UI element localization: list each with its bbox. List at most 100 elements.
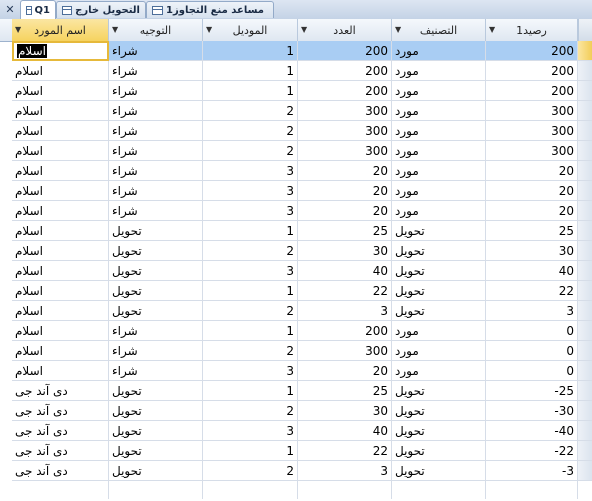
table-row[interactable]: اسلام شراء 1 200 مورد 200 (0, 61, 592, 81)
supplier-name-cell[interactable]: اسلام (12, 341, 109, 361)
table-row[interactable]: اسلام شراء 2 300 مورد 300 (0, 121, 592, 141)
model-cell[interactable]: 1 (203, 41, 298, 61)
column-header-model[interactable]: ▼ الموديل (203, 19, 298, 41)
direction-cell[interactable]: شراء (109, 361, 203, 381)
supplier-name-cell[interactable]: اسلام (12, 101, 109, 121)
supplier-name-cell[interactable]: اسلام (12, 281, 109, 301)
column-header-count[interactable]: ▼ العدد (298, 19, 392, 41)
classification-cell[interactable]: مورد (392, 201, 486, 221)
supplier-name-cell[interactable]: اسلام (12, 121, 109, 141)
supplier-name-cell[interactable]: اسلام (12, 301, 109, 321)
direction-cell[interactable]: تحويل (109, 421, 203, 441)
record-selector[interactable] (578, 121, 592, 141)
classification-cell[interactable]: مورد (392, 141, 486, 161)
count-cell[interactable]: 22 (298, 441, 392, 461)
new-record-row[interactable] (0, 481, 592, 499)
classification-cell[interactable]: مورد (392, 41, 486, 61)
record-selector[interactable] (578, 101, 592, 121)
count-cell[interactable]: 22 (298, 281, 392, 301)
direction-cell[interactable]: تحويل (109, 401, 203, 421)
supplier-name-cell[interactable]: دى آند جى (12, 461, 109, 481)
empty-cell[interactable] (298, 481, 392, 499)
supplier-name-cell[interactable]: اسلام (12, 181, 109, 201)
direction-cell[interactable]: شراء (109, 101, 203, 121)
close-tab-icon[interactable]: ✕ (0, 0, 20, 18)
model-cell[interactable]: 3 (203, 201, 298, 221)
record-selector[interactable] (578, 361, 592, 381)
column-header-supplier-name[interactable]: ▼ اسم المورد (12, 19, 109, 41)
count-cell[interactable]: 200 (298, 81, 392, 101)
model-cell[interactable]: 3 (203, 181, 298, 201)
balance-cell[interactable]: 300 (486, 141, 578, 161)
model-cell[interactable]: 1 (203, 61, 298, 81)
table-row[interactable]: اسلام شراء 3 20 مورد 20 (0, 201, 592, 221)
direction-cell[interactable]: شراء (109, 61, 203, 81)
count-cell[interactable]: 30 (298, 241, 392, 261)
supplier-name-cell[interactable]: اسلام (12, 221, 109, 241)
balance-cell[interactable]: 20 (486, 181, 578, 201)
classification-cell[interactable]: مورد (392, 121, 486, 141)
direction-cell[interactable]: شراء (109, 121, 203, 141)
record-selector[interactable] (578, 321, 592, 341)
direction-cell[interactable]: شراء (109, 161, 203, 181)
count-cell[interactable]: 300 (298, 101, 392, 121)
record-selector[interactable] (578, 201, 592, 221)
supplier-name-cell[interactable]: دى آند جى (12, 421, 109, 441)
balance-cell[interactable]: 200 (486, 41, 578, 61)
supplier-name-cell[interactable]: اسلام (12, 141, 109, 161)
model-cell[interactable]: 3 (203, 421, 298, 441)
count-cell[interactable]: 20 (298, 181, 392, 201)
model-cell[interactable]: 1 (203, 321, 298, 341)
count-cell[interactable]: 20 (298, 361, 392, 381)
balance-cell[interactable]: 200 (486, 81, 578, 101)
table-row[interactable]: دى آند جى تحويل 3 40 تحويل -40 (0, 421, 592, 441)
model-cell[interactable]: 2 (203, 341, 298, 361)
classification-cell[interactable]: مورد (392, 61, 486, 81)
balance-cell[interactable]: 0 (486, 341, 578, 361)
model-cell[interactable]: 1 (203, 441, 298, 461)
empty-cell[interactable] (203, 481, 298, 499)
balance-cell[interactable]: 200 (486, 61, 578, 81)
model-cell[interactable]: 2 (203, 141, 298, 161)
count-cell[interactable]: 25 (298, 381, 392, 401)
record-selector[interactable] (578, 281, 592, 301)
count-cell[interactable]: 3 (298, 461, 392, 481)
supplier-name-cell[interactable]: اسلام (12, 61, 109, 81)
model-cell[interactable]: 1 (203, 281, 298, 301)
empty-cell[interactable] (486, 481, 578, 499)
chevron-down-icon[interactable]: ▼ (206, 25, 212, 34)
classification-cell[interactable]: تحويل (392, 401, 486, 421)
direction-cell[interactable]: تحويل (109, 381, 203, 401)
record-selector[interactable] (578, 221, 592, 241)
table-row[interactable]: اسلام شراء 2 300 مورد 300 (0, 141, 592, 161)
table-row[interactable]: اسلام شراء 2 300 مورد 300 (0, 101, 592, 121)
classification-cell[interactable]: مورد (392, 341, 486, 361)
balance-cell[interactable]: 25 (486, 221, 578, 241)
table-row[interactable]: اسلام شراء 1 200 مورد 200 (0, 81, 592, 101)
model-cell[interactable]: 1 (203, 221, 298, 241)
model-cell[interactable]: 2 (203, 121, 298, 141)
direction-cell[interactable]: شراء (109, 81, 203, 101)
count-cell[interactable]: 200 (298, 41, 392, 61)
classification-cell[interactable]: مورد (392, 81, 486, 101)
tab-q1[interactable]: Q1 (20, 0, 56, 19)
supplier-name-cell[interactable]: اسلام (12, 161, 109, 181)
empty-cell[interactable] (392, 481, 486, 499)
model-cell[interactable]: 3 (203, 261, 298, 281)
table-row[interactable]: دى آند جى تحويل 1 22 تحويل -22 (0, 441, 592, 461)
balance-cell[interactable]: 0 (486, 321, 578, 341)
column-header-direction[interactable]: ▼ التوجيه (109, 19, 203, 41)
table-row[interactable]: دى آند جى تحويل 2 30 تحويل -30 (0, 401, 592, 421)
balance-cell[interactable]: -30 (486, 401, 578, 421)
classification-cell[interactable]: تحويل (392, 221, 486, 241)
table-row[interactable]: اسلام شراء 3 20 مورد 20 (0, 161, 592, 181)
record-selector[interactable] (578, 181, 592, 201)
count-cell[interactable]: 300 (298, 141, 392, 161)
supplier-name-cell[interactable]: دى آند جى (12, 381, 109, 401)
balance-cell[interactable]: -22 (486, 441, 578, 461)
chevron-down-icon[interactable]: ▼ (395, 25, 401, 34)
supplier-name-cell[interactable]: اسلام (12, 201, 109, 221)
model-cell[interactable]: 1 (203, 81, 298, 101)
count-cell[interactable]: 200 (298, 321, 392, 341)
direction-cell[interactable]: تحويل (109, 281, 203, 301)
